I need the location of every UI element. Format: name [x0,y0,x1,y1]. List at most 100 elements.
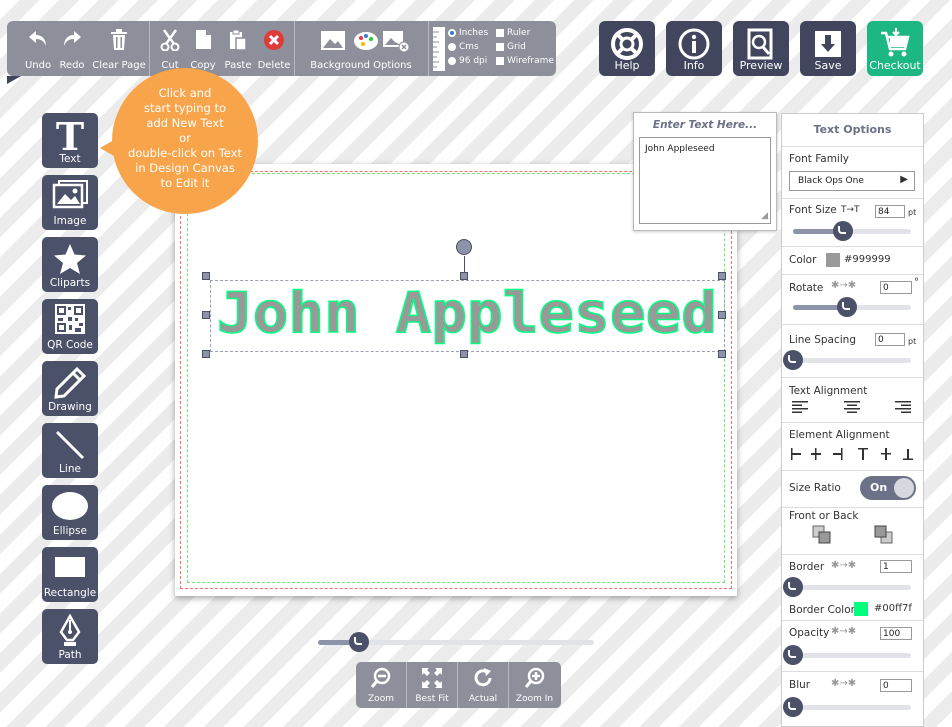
resize-handle-sw[interactable] [202,350,210,358]
line-spacing-section: Line Spacing 0 pt [782,324,923,378]
color-section: Color #999999 [782,246,923,275]
undo-button[interactable]: Undo [21,21,55,76]
border-slider-knob[interactable] [783,577,803,597]
tool-label: Image [53,215,87,227]
svg-text:T: T [56,118,84,154]
align-center-icon[interactable] [844,401,860,413]
font-family-select[interactable]: Black Ops One ▶ [789,171,915,191]
rotate-handle[interactable] [456,239,472,255]
resize-handle-se[interactable] [718,350,726,358]
toggle-knob [894,478,914,498]
size-ratio-label: Size Ratio [789,482,841,494]
line-spacing-slider[interactable] [783,350,911,370]
info-icon [678,28,710,60]
ruler-checkbox[interactable]: Ruler [496,28,530,38]
border-input[interactable]: 1 [880,560,912,573]
save-icon [815,31,841,57]
unit-inches-label: Inches [459,28,489,38]
font-size-slider-knob[interactable] [832,221,853,241]
resize-grip-icon[interactable]: ◢ [761,211,768,221]
border-slider[interactable] [783,577,911,597]
opacity-slider[interactable] [783,645,911,665]
save-button[interactable]: Save [800,21,856,76]
qr-code-tool-button[interactable]: QR Code [42,299,98,354]
preview-label: Preview [739,59,783,72]
send-to-back-icon[interactable] [874,525,894,545]
line-tool-button[interactable]: Line [42,423,98,478]
canvas-text-element[interactable]: John Appleseed [207,282,727,348]
line-spacing-label: Line Spacing [789,334,856,346]
unit-cms-radio[interactable]: Cms [448,42,479,52]
rotate-slider-knob[interactable] [837,297,858,317]
resize-handle-nw[interactable] [202,272,210,280]
ellipse-tool-button[interactable]: Ellipse [42,485,98,540]
line-spacing-slider-knob[interactable] [783,350,803,370]
border-section: Border ✱→✱ 1 Border Color #00ff7f [782,554,923,621]
blur-slider-knob[interactable] [783,697,803,717]
tooltip-line: double-click on Text [128,146,242,160]
resize-handle-w[interactable] [202,311,210,319]
resize-handle-ne[interactable] [718,272,726,280]
border-label: Border [789,561,825,573]
checkbox-icon [496,43,504,51]
font-size-input[interactable]: 84 [875,205,905,218]
tool-label: Ellipse [53,525,87,537]
zoom-slider-knob[interactable] [349,632,370,652]
checkout-button[interactable]: Checkout [867,21,923,76]
text-icon: T [56,118,84,154]
font-size-unit: pt [908,208,917,217]
front-back-section: Front or Back [782,507,923,555]
drawing-tool-button[interactable]: Drawing [42,361,98,416]
redo-button[interactable]: Redo [55,21,89,76]
font-family-label: Font Family [789,153,849,165]
align-right-icon[interactable] [895,401,911,413]
blur-direction-icon: ✱→✱ [831,678,857,689]
zoom-slider[interactable] [318,632,594,652]
resize-handle-e[interactable] [718,311,726,319]
help-button[interactable]: Help [599,21,655,76]
info-label: Info [683,59,705,72]
line-spacing-input[interactable]: 0 [875,333,905,346]
color-swatch[interactable] [826,253,840,267]
wireframe-checkbox[interactable]: Wireframe [496,56,554,66]
delete-button[interactable]: Delete [255,21,293,76]
grid-checkbox[interactable]: Grid [496,42,526,52]
zoom-in-button[interactable]: Zoom In [509,662,560,708]
color-value: #999999 [844,254,891,265]
tooltip-pointer [100,140,114,156]
tooltip-line: Click and [158,86,212,100]
cliparts-tool-button[interactable]: Cliparts [42,237,98,292]
background-options-button[interactable]: Background Options [294,21,428,76]
image-tool-button[interactable]: Image [42,175,98,230]
bring-to-front-icon[interactable] [812,525,832,545]
border-color-swatch[interactable] [854,602,868,616]
text-tool-button[interactable]: T Text [42,113,98,168]
blur-input[interactable]: 0 [880,679,912,692]
text-input-field[interactable]: John Appleseed ◢ [639,137,771,224]
info-button[interactable]: Info [666,21,722,76]
unit-dpi-radio[interactable]: 96 dpi [448,56,487,66]
resize-handle-s[interactable] [460,350,468,358]
rotate-input[interactable]: 0 [880,281,912,294]
main-toolbar: Undo Redo Clear Page Cut Copy Paste Dele… [7,21,556,76]
clipboard-icon [230,29,247,51]
best-fit-button[interactable]: Best Fit [407,662,458,708]
path-tool-button[interactable]: Path [42,609,98,664]
rectangle-tool-button[interactable]: Rectangle [42,547,98,602]
preview-button[interactable]: Preview [733,21,789,76]
unit-inches-radio[interactable]: Inches [448,28,488,38]
resize-handle-n[interactable] [460,272,468,280]
size-ratio-toggle[interactable]: On [860,476,916,500]
best-fit-icon [422,668,442,688]
zoom-out-button[interactable]: Zoom [356,662,407,708]
font-size-slider[interactable] [793,221,911,241]
rotate-slider[interactable] [793,297,911,317]
actual-size-button[interactable]: Actual [458,662,509,708]
opacity-slider-knob[interactable] [783,645,803,665]
element-align-icons[interactable] [791,448,915,460]
opacity-input[interactable]: 100 [880,627,912,640]
align-left-icon[interactable] [792,401,808,413]
blur-section: Blur ✱→✱ 0 [782,671,923,726]
blur-slider[interactable] [783,697,911,717]
blur-label: Blur [789,679,811,691]
